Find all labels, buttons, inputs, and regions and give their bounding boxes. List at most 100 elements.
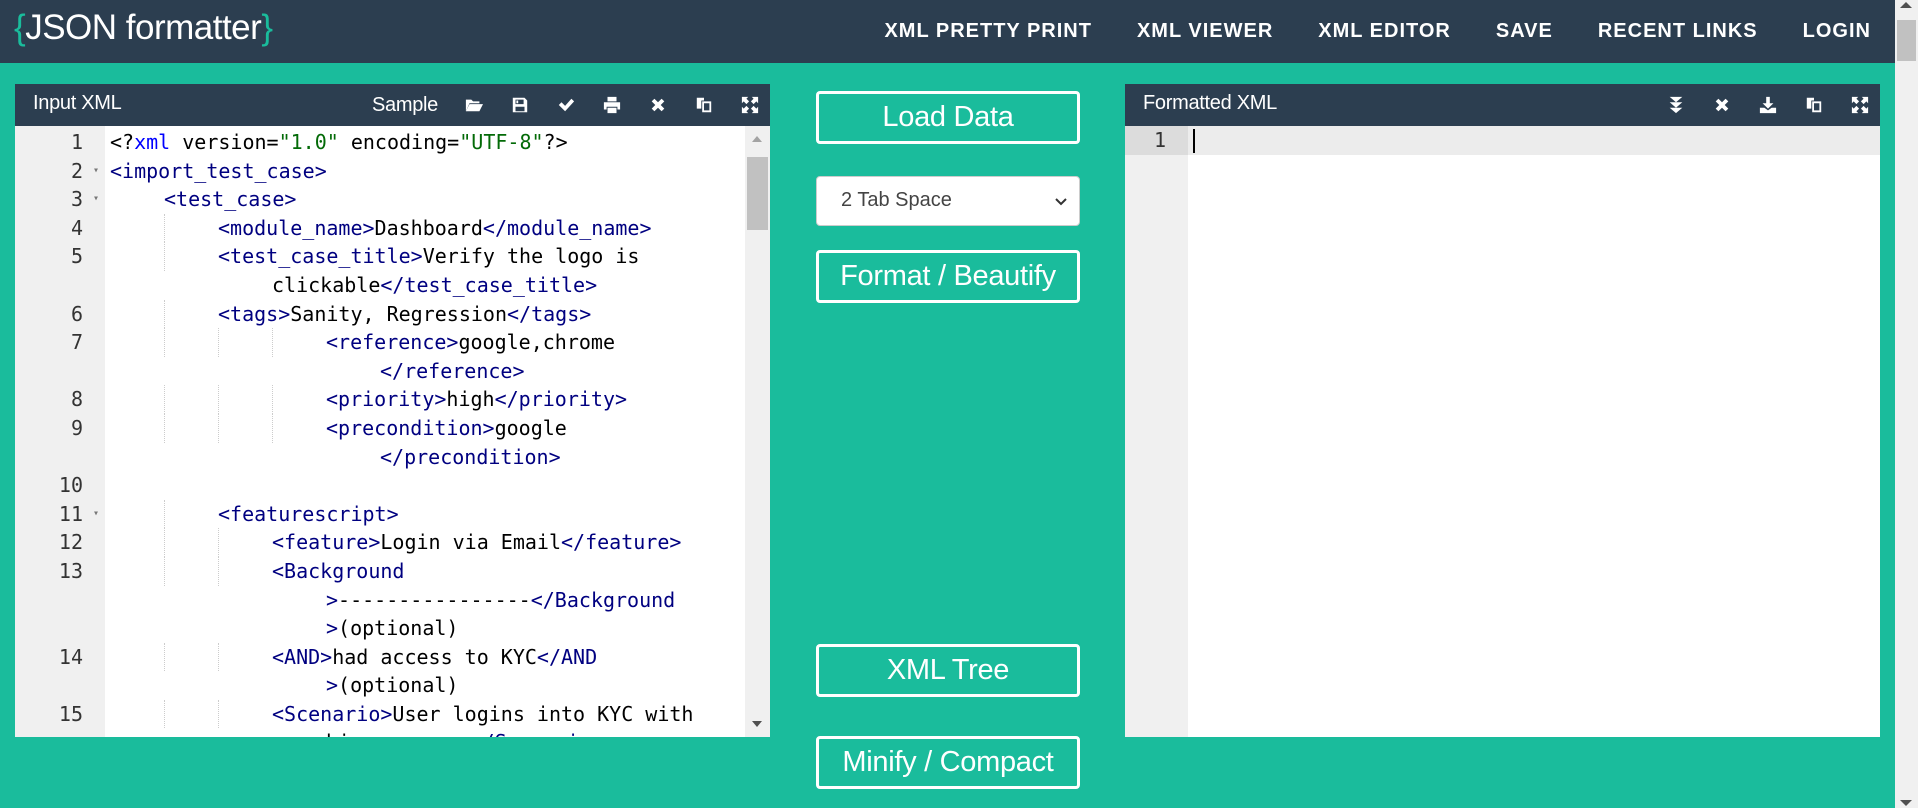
xml-tag: <AND>: [272, 644, 333, 669]
logo[interactable]: {JSON formatter}: [14, 8, 273, 48]
editor-scrollbar[interactable]: [745, 126, 770, 737]
sample-button[interactable]: Sample: [372, 94, 438, 117]
line-number: [15, 271, 105, 300]
nav-recent-links[interactable]: RECENT LINKS: [1598, 20, 1758, 43]
xml-text: Verify the logo is: [422, 244, 640, 269]
indent-guide: [218, 642, 219, 672]
formatted-xml-editor[interactable]: 1: [1125, 126, 1880, 737]
clear-icon[interactable]: [648, 95, 668, 115]
load-data-button[interactable]: Load Data: [816, 91, 1080, 144]
collapse-all-icon[interactable]: [1666, 95, 1686, 115]
nav-login[interactable]: LOGIN: [1803, 20, 1871, 43]
page-scrollbar[interactable]: [1895, 0, 1918, 808]
top-navbar: {JSON formatter} XML PRETTY PRINT XML VI…: [0, 0, 1895, 63]
line-number: 11 ▾: [15, 500, 105, 529]
scrollbar-thumb[interactable]: [747, 157, 768, 230]
code-text: <feature>Login via Email</feature>: [105, 528, 681, 557]
xml-text: had access to KYC: [332, 644, 537, 669]
fullscreen-icon[interactable]: [1850, 95, 1870, 115]
xml-tag: </tags>: [507, 301, 592, 326]
xml-text: google: [494, 415, 567, 440]
code-text: <tags>Sanity, Regression</tags>: [105, 299, 592, 329]
code-text: <Scenario>User logins into KYC with: [105, 699, 693, 729]
indent-guide: [164, 299, 165, 329]
xml-tag: <tags>: [218, 301, 291, 326]
copy-icon[interactable]: [694, 95, 714, 115]
xml-string: "1.0": [278, 130, 339, 154]
open-folder-icon[interactable]: [464, 95, 484, 115]
nav-xml-pretty-print[interactable]: XML PRETTY PRINT: [884, 20, 1092, 43]
fullscreen-icon[interactable]: [740, 95, 760, 115]
input-xml-panel: Input XML Sample 1 <?xml version="1.0" e…: [15, 84, 770, 737]
download-icon[interactable]: [1758, 95, 1778, 115]
line-number: 9: [70, 415, 83, 440]
xml-tag: <Scenario>: [272, 701, 393, 726]
fold-arrow-icon[interactable]: ▾: [93, 185, 99, 214]
indent-guide: [164, 328, 165, 357]
line-number: [15, 728, 105, 737]
output-panel-toolbar: [1640, 84, 1870, 126]
xml-tag: <priority>: [326, 387, 447, 412]
fold-arrow-icon[interactable]: ▾: [93, 500, 99, 529]
indent-select[interactable]: 2 Tab Space: [816, 176, 1080, 226]
xml-tag: </test_case_title>: [380, 272, 598, 297]
xml-tag: <test_case>: [164, 187, 297, 212]
scroll-up-arrow-icon[interactable]: [1900, 2, 1912, 8]
code-text: >(optional): [105, 671, 458, 700]
code-line: </reference>: [15, 357, 745, 386]
code-line: 14 <AND>had access to KYC</AND: [15, 642, 745, 672]
indent-guide: [272, 385, 273, 414]
line-number: 4: [70, 215, 83, 240]
scrollbar-thumb[interactable]: [1897, 20, 1916, 61]
xml-text: <?: [110, 130, 135, 154]
line-number: 13: [58, 558, 83, 583]
minify-compact-button[interactable]: Minify / Compact: [816, 736, 1080, 789]
validate-check-icon[interactable]: [556, 95, 576, 115]
nav-xml-viewer[interactable]: XML VIEWER: [1137, 20, 1273, 43]
xml-text: his username: [326, 730, 471, 737]
xml-text: (optional): [338, 616, 459, 641]
input-xml-editor[interactable]: 1 <?xml version="1.0" encoding="UTF-8"?> 2…: [15, 126, 770, 737]
indent-guide: [218, 556, 219, 586]
code-line: 11 ▾ <featurescript>: [15, 499, 745, 529]
code-line: 6 <tags>Sanity, Regression</tags>: [15, 299, 745, 329]
xml-tag: </feature>: [561, 530, 682, 555]
nav-links: XML PRETTY PRINT XML VIEWER XML EDITOR S…: [839, 0, 1871, 63]
format-beautify-button[interactable]: Format / Beautify: [816, 250, 1080, 303]
fold-arrow-icon[interactable]: ▾: [93, 157, 99, 186]
xml-text: Login via Email: [380, 530, 561, 555]
line-number: [15, 586, 105, 615]
indent-guide: [218, 328, 219, 357]
save-icon[interactable]: [510, 95, 530, 115]
xml-tag: </Scenario>: [471, 730, 603, 737]
chevron-down-icon: [1055, 198, 1067, 206]
nav-xml-editor[interactable]: XML EDITOR: [1318, 20, 1451, 43]
line-number: 12: [58, 530, 83, 555]
line-number: 1: [70, 130, 83, 154]
logo-close-brace: }: [261, 8, 273, 47]
xml-keyword: xml: [134, 130, 171, 154]
code-line: 5 <test_case_title>Verify the logo is: [15, 242, 745, 271]
xml-tag: >: [326, 673, 339, 698]
indent-guide: [164, 242, 165, 271]
scroll-up-arrow-icon[interactable]: [752, 136, 762, 142]
nav-save[interactable]: SAVE: [1496, 20, 1553, 43]
code-text: <Background: [105, 556, 404, 586]
xml-tree-button[interactable]: XML Tree: [816, 644, 1080, 697]
clear-icon[interactable]: [1712, 95, 1732, 115]
indent-guide: [218, 528, 219, 557]
text-cursor: [1193, 129, 1195, 153]
xml-tag: </reference>: [380, 358, 525, 383]
xml-text: high: [446, 387, 495, 412]
code-text: <import_test_case>: [105, 157, 327, 186]
xml-tag: >: [326, 587, 339, 612]
scroll-down-arrow-icon[interactable]: [752, 721, 762, 727]
line-number: 15: [58, 701, 83, 726]
copy-icon[interactable]: [1804, 95, 1824, 115]
xml-tag: </Background: [530, 587, 676, 612]
xml-text: Dashboard: [374, 215, 483, 240]
scroll-down-arrow-icon[interactable]: [1900, 800, 1912, 806]
xml-string: "UTF-8": [459, 130, 544, 154]
print-icon[interactable]: [602, 95, 622, 115]
